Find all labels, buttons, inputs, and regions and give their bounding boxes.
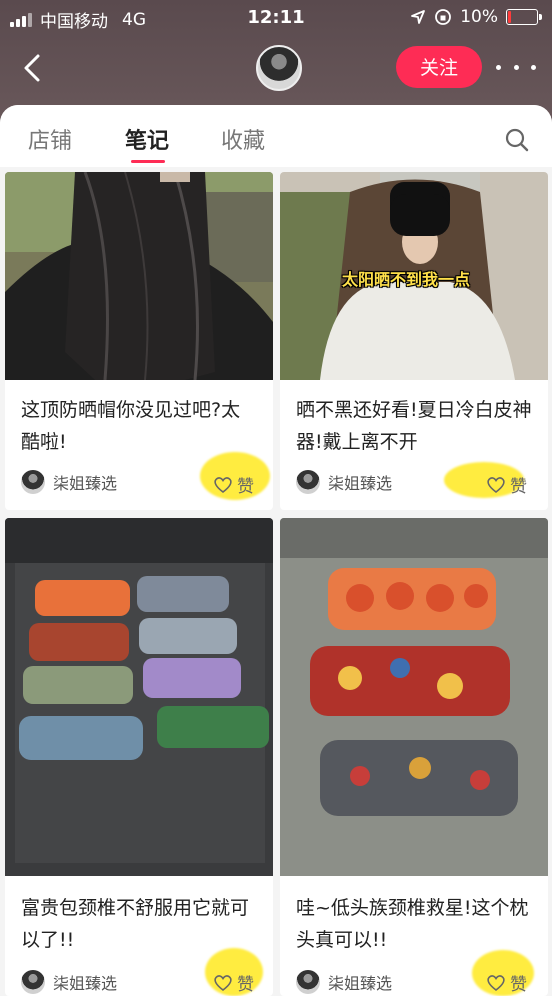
heart-icon [214,476,232,493]
heart-icon [214,974,232,991]
note-card[interactable]: 这顶防晒帽你没见过吧?太酷啦! 柒姐臻选 赞 [5,172,273,510]
follow-button[interactable]: 关注 [396,46,482,88]
top-nav: 关注 [0,40,552,96]
note-image [280,518,548,876]
orientation-lock-icon [435,9,452,25]
more-options-button[interactable] [496,52,536,82]
active-tab-indicator [131,160,165,163]
back-button[interactable] [18,50,48,86]
avatar [21,470,45,494]
tab-favorites[interactable]: 收藏 [221,123,265,155]
note-card[interactable]: 富贵包颈椎不舒服用它就可以了!! 柒姐臻选 赞 [5,518,273,996]
battery-percent: 10% [460,7,498,27]
profile-avatar[interactable] [256,45,302,91]
heart-icon [487,974,505,991]
content-sheet: 店铺 笔记 收藏 这顶防晒帽你没见过吧?太酷啦! 柒姐臻选 赞 太阳晒不到我一点… [0,105,552,996]
location-icon [411,10,426,24]
note-title: 晒不黑还好看!夏日冷白皮神器!戴上离不开 [296,399,532,453]
chevron-left-icon [24,54,40,82]
search-icon[interactable] [504,127,530,153]
tab-bar: 店铺 笔记 收藏 [0,105,552,167]
note-author[interactable]: 柒姐臻选 [296,470,392,494]
avatar [296,970,320,994]
heart-icon [487,476,505,493]
like-button[interactable]: 赞 [213,970,254,995]
note-card[interactable]: 太阳晒不到我一点 晒不黑还好看!夏日冷白皮神器!戴上离不开 柒姐臻选 赞 [280,172,548,510]
like-button[interactable]: 赞 [486,472,527,497]
note-title: 富贵包颈椎不舒服用它就可以了!! [21,897,250,951]
like-button[interactable]: 赞 [213,472,254,497]
note-image [5,172,273,380]
tab-shop[interactable]: 店铺 [28,123,72,155]
note-image [5,518,273,876]
battery-icon [506,9,542,25]
note-title: 哇~低头族颈椎救星!这个枕头真可以!! [296,897,529,951]
like-button[interactable]: 赞 [486,970,527,995]
tab-notes[interactable]: 笔记 [125,123,169,155]
image-caption-overlay: 太阳晒不到我一点 [342,270,471,289]
note-author[interactable]: 柒姐臻选 [21,970,117,994]
avatar [296,470,320,494]
note-title: 这顶防晒帽你没见过吧?太酷啦! [21,399,241,453]
note-author[interactable]: 柒姐臻选 [21,470,117,494]
note-image: 太阳晒不到我一点 [280,172,548,380]
note-card[interactable]: 哇~低头族颈椎救星!这个枕头真可以!! 柒姐臻选 赞 [280,518,548,996]
status-bar: 中国移动 4G 12:11 10% [0,0,552,36]
avatar [21,970,45,994]
note-author[interactable]: 柒姐臻选 [296,970,392,994]
